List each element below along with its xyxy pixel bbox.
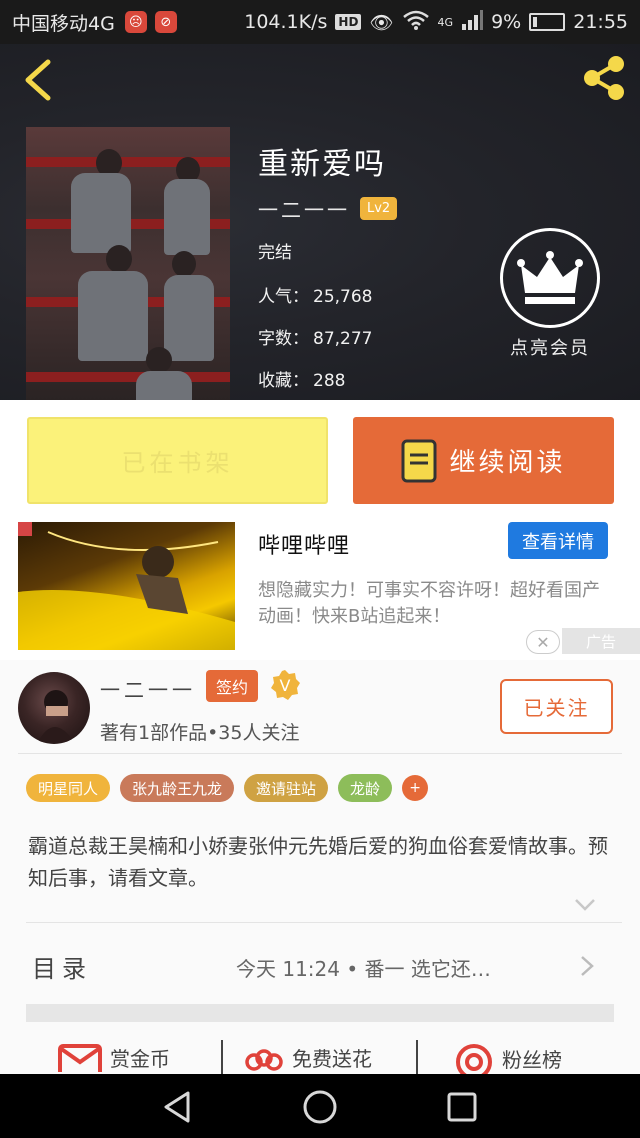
table-of-contents-row[interactable]: 目录 今天 11:24 • 番一 选它还… — [0, 925, 640, 1005]
in-shelf-button[interactable]: 已在书架 — [27, 417, 328, 504]
word-count-row: 字数： 87,277 — [258, 324, 372, 349]
hd-icon: HD — [335, 14, 362, 30]
favorites-label: 收藏： — [258, 371, 309, 391]
book-title: 重新爱吗 — [258, 147, 386, 182]
word-count-value: 87,277 — [313, 329, 373, 349]
bottom-actions: 赏金币 免费送花 粉丝榜 — [0, 1038, 640, 1074]
back-button[interactable] — [18, 56, 58, 104]
continue-reading-button[interactable]: 继续阅读 — [353, 417, 614, 504]
ad-description: 想隐藏实力！可事实不容许呀！超好看国产动画！快来B站追起来！ — [258, 580, 600, 627]
vip-label[interactable]: 点亮会员 — [510, 334, 590, 360]
divider — [221, 1040, 223, 1074]
crown-icon — [517, 251, 583, 304]
ad-tag: 广告 — [562, 628, 640, 654]
network-type: 4G — [437, 15, 454, 29]
clock: 21:55 — [573, 11, 628, 33]
author-section: 一二一一 签约 V 著有1部作品•35人关注 已关注 明星同人 张九龄王九龙 邀… — [0, 660, 640, 1074]
carrier-label: 中国移动4G — [12, 12, 115, 35]
ad-close-button[interactable]: ✕ — [526, 630, 560, 654]
book-cover[interactable] — [26, 127, 230, 400]
ad-image[interactable] — [18, 522, 235, 650]
section-separator — [26, 1004, 614, 1022]
divider — [18, 753, 622, 754]
book-header: 重新爱吗 一二一一 Lv2 完结 人气： 25,768 字数： 87,277 收藏：… — [0, 44, 640, 400]
ad-details-button[interactable]: 查看详情 — [508, 522, 608, 559]
share-button[interactable] — [578, 52, 630, 104]
back-nav-icon[interactable] — [160, 1090, 194, 1124]
tag-item[interactable]: 邀请驻站 — [244, 774, 329, 802]
divider — [416, 1040, 418, 1074]
signed-badge: 签约 — [206, 670, 259, 702]
book-author: 一二一一 — [258, 198, 350, 222]
notification-icon: ☹ — [124, 11, 147, 33]
tag-list: 明星同人 张九龄王九龙 邀请驻站 龙龄 + — [26, 774, 429, 802]
vip-button[interactable] — [500, 228, 600, 328]
reward-label: 赏金币 — [110, 1046, 170, 1071]
home-nav-icon[interactable] — [302, 1089, 338, 1125]
tag-item[interactable]: 明星同人 — [26, 774, 111, 802]
eye-icon: 👁 — [369, 11, 394, 34]
ad-banner[interactable]: 哔哩哔哩 查看详情 想隐藏实力！可事实不容许呀！超好看国产动画！快来B站追起来！… — [0, 520, 640, 660]
chevron-down-icon[interactable] — [574, 898, 596, 912]
send-flower-button[interactable]: 免费送花 — [244, 1042, 372, 1072]
navigation-bar — [0, 1074, 640, 1138]
popularity-label: 人气： — [258, 287, 309, 307]
wifi-icon — [402, 10, 430, 35]
tag-item[interactable]: 龙龄 — [338, 774, 393, 802]
share-icon — [584, 56, 624, 100]
popularity-row: 人气： 25,768 — [258, 282, 372, 307]
envelope-icon — [58, 1044, 102, 1072]
book-icon — [401, 439, 437, 482]
book-status: 完结 — [258, 243, 292, 263]
author-name[interactable]: 一二一一 — [100, 674, 196, 703]
fan-ranking-label: 粉丝榜 — [502, 1047, 562, 1072]
divider — [26, 922, 622, 923]
favorites-row: 收藏： 288 — [258, 366, 345, 391]
recents-nav-icon[interactable] — [446, 1091, 478, 1123]
status-bar: 中国移动4G ☹ ⊘ 104.1K/s HD 👁 4G 9% 21:55 — [0, 0, 640, 44]
app-notification-icon: ⊘ — [154, 11, 177, 33]
latest-chapter: 今天 11:24 • 番一 选它还… — [236, 957, 491, 981]
follow-button[interactable]: 已关注 — [500, 679, 613, 734]
synopsis: 霸道总裁王昊楠和小娇妻张仲元先婚后爱的狗血俗套爱情故事。预知后事，请看文章。 — [28, 834, 608, 890]
ad-title: 哔哩哔哩 — [258, 534, 351, 559]
fan-ranking-button[interactable]: 粉丝榜 — [454, 1042, 562, 1074]
popularity-value: 25,768 — [313, 287, 373, 307]
add-tag-button[interactable]: + — [402, 775, 429, 801]
level-badge: Lv2 — [360, 197, 398, 220]
flower-icon — [245, 1049, 283, 1071]
verified-icon: V — [268, 668, 302, 702]
network-speed: 104.1K/s — [244, 11, 328, 33]
signal-icon — [461, 9, 484, 35]
word-count-label: 字数： — [258, 329, 309, 349]
author-stats: 著有1部作品•35人关注 — [100, 722, 300, 744]
close-icon: ✕ — [536, 632, 550, 652]
continue-reading-label: 继续阅读 — [449, 448, 566, 478]
book-author-line: 一二一一 Lv2 — [258, 194, 398, 223]
target-icon — [456, 1044, 492, 1074]
chevron-right-icon — [581, 956, 594, 976]
battery-percent: 9% — [491, 11, 522, 33]
toc-label: 目录 — [32, 955, 92, 983]
back-arrow-icon — [25, 59, 51, 101]
svg-text:V: V — [280, 676, 291, 695]
avatar[interactable] — [18, 672, 90, 744]
battery-icon — [529, 13, 566, 31]
favorites-value: 288 — [313, 371, 346, 391]
action-buttons: 已在书架 继续阅读 — [0, 400, 640, 520]
reward-button[interactable]: 赏金币 — [58, 1042, 170, 1072]
tag-item[interactable]: 张九龄王九龙 — [120, 774, 235, 802]
send-flower-label: 免费送花 — [292, 1046, 372, 1071]
